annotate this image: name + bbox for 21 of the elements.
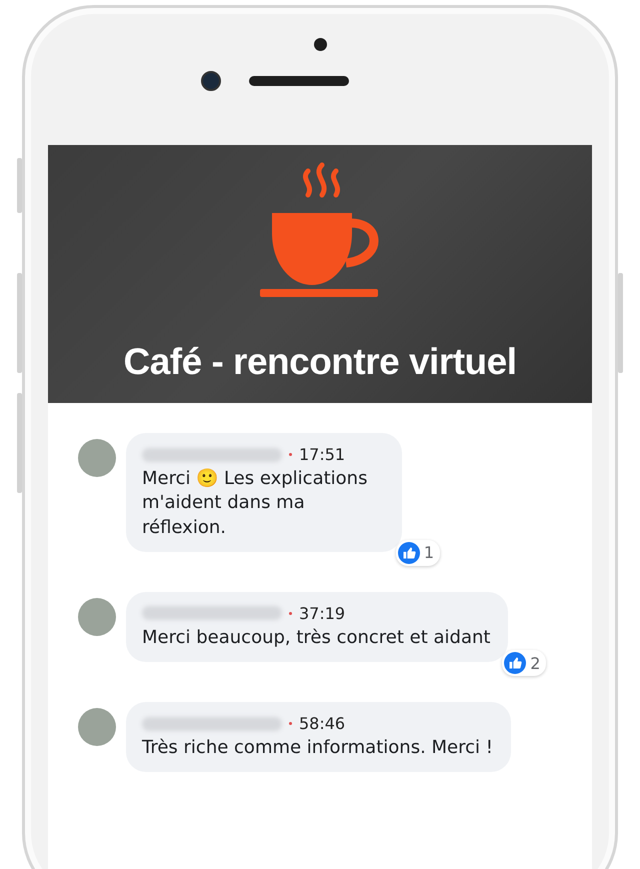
comment-time: 58:46 — [299, 714, 346, 734]
reaction-count: 1 — [424, 543, 434, 562]
like-icon — [504, 652, 526, 674]
reaction-badge[interactable]: 2 — [502, 650, 546, 676]
comment-time: 37:19 — [299, 604, 346, 623]
avatar — [78, 439, 116, 477]
separator-dot — [289, 612, 292, 615]
comment-text: Merci beaucoup, très concret et aidant — [142, 626, 490, 650]
avatar — [78, 598, 116, 636]
comment-text: Merci 🙂 Les explications m'aident dans ma réflexion. — [142, 467, 368, 540]
separator-dot — [289, 722, 292, 726]
avatar — [78, 708, 116, 746]
like-icon — [398, 542, 420, 564]
sensor-dot — [314, 38, 326, 51]
reaction-count: 2 — [530, 654, 540, 673]
separator-dot — [289, 453, 292, 456]
comment-time: 17:51 — [299, 445, 346, 464]
comment-text: Très riche comme informations. Merci ! — [142, 736, 493, 760]
reaction-badge[interactable]: 1 — [396, 540, 440, 566]
banner-title: Café - rencontre virtuel — [123, 341, 517, 383]
camera-icon — [201, 71, 221, 91]
